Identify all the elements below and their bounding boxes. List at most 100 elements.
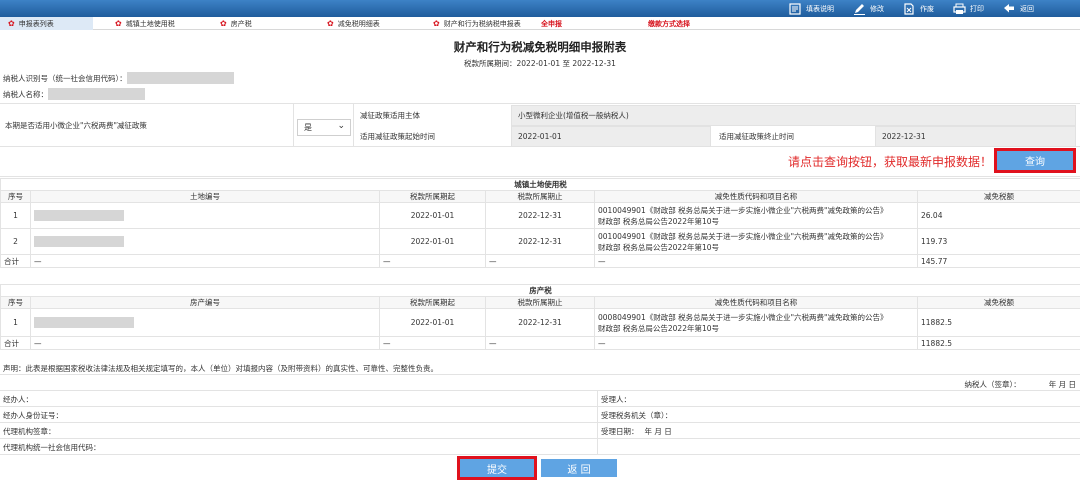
tab-property-behavior-tax[interactable]: ✿ 财产和行为税纳税申报表 [433, 17, 521, 30]
tab-land-use-tax[interactable]: ✿ 城镇土地使用税 [115, 17, 175, 30]
end-cell: 2022-12-31 [485, 308, 595, 337]
taxpayer-sign-label: 纳税人（签章）： [964, 380, 1021, 389]
end-value: 2022-12-31 [875, 126, 1076, 147]
taxpayer-signature: 纳税人（签章）： 年 月 日 [964, 379, 1076, 390]
land-id-redacted [34, 236, 124, 247]
col-no: 序号 [0, 296, 31, 309]
receive-date: 受理日期： 年 月 日 [601, 426, 672, 437]
policy-select[interactable]: 是 ⌄ [297, 119, 351, 136]
total-dash: — [485, 254, 595, 268]
query-hint: 请点击查询按钮，获取最新申报数据！ [787, 155, 992, 169]
tab-full-declaration[interactable]: 全申报 [541, 17, 562, 30]
divider [0, 438, 1080, 439]
col-amount: 减免税额 [916, 296, 1080, 309]
end-cell: 2022-12-31 [485, 202, 595, 229]
divider [0, 390, 1080, 391]
print-button[interactable]: 打印 [952, 2, 984, 15]
total-dash: — [485, 336, 595, 350]
form-guide-label: 填表说明 [806, 4, 834, 13]
tax-period: 税款所属期间：2022-01-01 至 2022-12-31 [0, 58, 1080, 69]
back-arrow-icon [1002, 2, 1016, 15]
handler-label: 经办人： [3, 395, 33, 404]
col-property-id: 房产编号 [30, 296, 380, 309]
divider [293, 104, 294, 147]
declaration-text: 声明：此表是根据国家税收法律法规及相关规定填写的，本人（单位）对填报内容（及附带… [3, 364, 438, 373]
tab-bar: ✿ 申报表列表 ✿ 城镇土地使用税 ✿ 房产税 ✿ 减免税明细表 ✿ 财产和行为税纳税申报… [0, 17, 1080, 30]
print-label: 打印 [970, 4, 984, 13]
col-start: 税款所属期起 [379, 190, 486, 203]
start-value: 2022-01-01 [511, 126, 711, 147]
flower-icon: ✿ [220, 18, 227, 28]
row-no: 2 [0, 228, 31, 255]
land-id-cell [30, 202, 380, 229]
divider [0, 406, 1080, 407]
code-cell: 0010049901《财政部 税务总局关于进一步实施小微企业"六税两费"减免政策… [594, 228, 918, 255]
subject-value: 小型微利企业(增值税一般纳税人) [511, 105, 1076, 126]
col-land-id: 土地编号 [30, 190, 380, 203]
tab-declaration-list[interactable]: ✿ 申报表列表 [0, 17, 93, 30]
code-line: 0010049901《财政部 税务总局关于进一步实施小微企业"六税两费"减免政策… [598, 231, 888, 241]
total-dash: — [30, 254, 380, 268]
query-row: 请点击查询按钮，获取最新申报数据！ 查询 [0, 147, 1080, 177]
total-dash: — [379, 254, 486, 268]
handler-id-label: 经办人身份证号： [3, 411, 63, 420]
back-button[interactable]: 返 回 [541, 459, 617, 477]
edit-label: 修改 [870, 4, 884, 13]
total-amount: 11882.5 [916, 336, 1080, 350]
col-amount: 减免税额 [916, 190, 1080, 203]
total-row: 合计 — — — — 11882.5 [0, 336, 1080, 350]
start-cell: 2022-01-01 [379, 228, 486, 255]
form-guide-button[interactable]: 填表说明 [788, 2, 834, 15]
code-line: 0010049901《财政部 税务总局关于进一步实施小微企业"六税两费"减免政策… [598, 205, 888, 215]
tab-payment-method[interactable]: 缴款方式选择 [648, 17, 690, 30]
top-toolbar: 填表说明 修改 作废 打印 返回 [0, 0, 1080, 17]
agency-sign-label: 代理机构签章： [3, 427, 56, 436]
submit-button[interactable]: 提交 [457, 456, 537, 480]
flower-icon: ✿ [8, 18, 15, 28]
taxpayer-id-row: 纳税人识别号（统一社会信用代码）： [3, 72, 234, 84]
total-amount: 145.77 [916, 254, 1080, 268]
tab-relief-detail[interactable]: ✿ 减免税明细表 [327, 17, 380, 30]
receive-date-value: 年 月 日 [644, 427, 672, 436]
total-dash: — [379, 336, 486, 350]
amount-cell: 11882.5 [916, 308, 1080, 337]
start-cell: 2022-01-01 [379, 308, 486, 337]
total-dash: — [30, 336, 380, 350]
col-code: 减免性质代码和项目名称 [594, 296, 918, 309]
table-row: 1 2022-01-01 2022-12-31 0008049901《财政部 税… [0, 308, 1080, 337]
start-cell: 2022-01-01 [379, 202, 486, 229]
col-start: 税款所属期起 [379, 296, 486, 309]
total-dash: — [594, 254, 918, 268]
code-line: 财政部 税务总局公告2022年第10号 [598, 216, 720, 226]
divider [0, 454, 1080, 455]
property-tax-section-title: 房产税 [0, 284, 1080, 297]
total-label: 合计 [0, 336, 31, 350]
land-tax-section-title: 城镇土地使用税 [0, 178, 1080, 191]
query-button[interactable]: 查询 [994, 148, 1076, 173]
return-button[interactable]: 返回 [1002, 2, 1034, 15]
tab-property-tax[interactable]: ✿ 房产税 [220, 17, 252, 30]
total-label: 合计 [0, 254, 31, 268]
void-button[interactable]: 作废 [902, 2, 934, 15]
land-tax-header: 序号 土地编号 税款所属期起 税款所属期止 减免性质代码和项目名称 减免税额 [0, 190, 1080, 203]
row-no: 1 [0, 202, 31, 229]
flower-icon: ✿ [115, 18, 122, 28]
table-row: 1 2022-01-01 2022-12-31 0010049901《财政部 税… [0, 202, 1080, 229]
policy-section: 本期是否适用小微企业"六税两费"减征政策 是 ⌄ 减征政策适用主体 小型微利企业… [0, 103, 1080, 147]
edit-pen-icon [852, 2, 866, 15]
taxpayer-name-row: 纳税人名称： [3, 88, 145, 100]
taxpayer-name-redacted [48, 88, 145, 100]
toolbar-actions: 填表说明 修改 作废 打印 返回 [770, 0, 1034, 17]
period-value: 2022-01-01 至 2022-12-31 [516, 59, 616, 68]
sign-date: 年 月 日 [1048, 380, 1076, 389]
tab-label: 减免税明细表 [337, 19, 380, 28]
row-no: 1 [0, 308, 31, 337]
tab-label: 房产税 [230, 19, 252, 28]
edit-button[interactable]: 修改 [852, 2, 884, 15]
land-id-redacted [34, 210, 124, 221]
tab-label: 城镇土地使用税 [125, 19, 175, 28]
property-tax-table: 房产税 序号 房产编号 税款所属期起 税款所属期止 减免性质代码和项目名称 减免… [0, 284, 1080, 350]
code-cell: 0008049901《财政部 税务总局关于进一步实施小微企业"六税两费"减免政策… [594, 308, 918, 337]
land-id-cell [30, 228, 380, 255]
agency-code-label: 代理机构统一社会信用代码： [3, 443, 101, 452]
